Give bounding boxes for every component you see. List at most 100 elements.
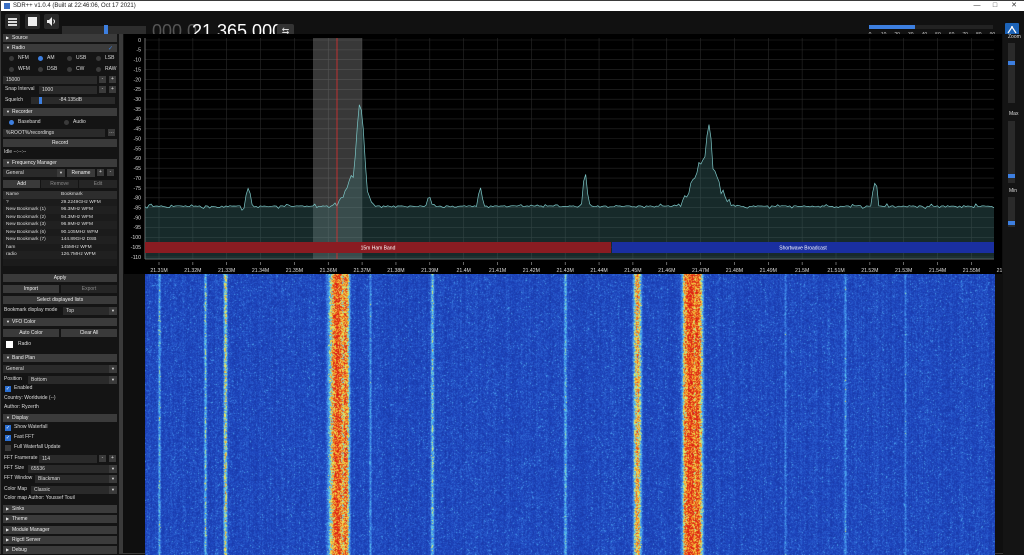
vfo-color-swatch[interactable]: [6, 341, 13, 348]
frequency-manager-section[interactable]: ▼ Frequency Manager: [3, 159, 117, 167]
menu-button[interactable]: [5, 14, 20, 29]
fft-framerate-input[interactable]: 114: [39, 455, 97, 463]
close-button[interactable]: ✕: [1006, 1, 1022, 11]
band-plan-position-select[interactable]: Bottom ▼: [28, 376, 117, 384]
mode-radio-wfm[interactable]: [9, 67, 14, 72]
snap-interval-input[interactable]: 1000: [39, 86, 97, 94]
baseband-radio[interactable]: [9, 120, 14, 125]
min-slider-handle[interactable]: [1008, 221, 1015, 225]
bookmark-list-select[interactable]: General ▼: [3, 169, 65, 177]
rename-list-button[interactable]: Rename: [67, 169, 95, 177]
recording-path-input[interactable]: %ROOT%/recordings: [3, 129, 105, 137]
mode-radio-usb[interactable]: [67, 56, 72, 61]
max-slider-handle[interactable]: [1008, 174, 1015, 178]
sidebar-scrollbar[interactable]: [119, 34, 123, 554]
full-waterfall-update-checkbox[interactable]: [5, 445, 11, 451]
debug-section[interactable]: ▶ Debug: [3, 546, 117, 554]
db-tick-label: -95: [134, 225, 142, 231]
bookmark-display-mode-select[interactable]: Top ▼: [63, 307, 117, 315]
speaker-icon: [46, 16, 57, 27]
bandwidth-input[interactable]: 15000: [3, 76, 97, 84]
module-manager-section[interactable]: ▶ Module Manager: [3, 526, 117, 534]
bandwidth-increment-button[interactable]: +: [109, 76, 116, 83]
bookmark-frequency: 145MHz WFM: [61, 244, 92, 252]
show-waterfall-checkbox[interactable]: ✓: [5, 425, 11, 431]
recorder-section[interactable]: ▼ Recorder: [3, 108, 117, 116]
minimize-button[interactable]: —: [969, 1, 985, 11]
record-button[interactable]: Record: [3, 139, 117, 147]
snr-meter: [869, 25, 993, 29]
zoom-slider-handle[interactable]: [1008, 61, 1015, 65]
band-plan-select[interactable]: General ▼: [3, 365, 117, 373]
bandwidth-decrement-button[interactable]: -: [99, 76, 106, 83]
zoom-label: Zoom: [1008, 34, 1021, 41]
enabled-checkbox[interactable]: ✓: [5, 386, 11, 392]
bookmark-row[interactable]: New Bookmark (3) 96.9MHz WFM: [3, 221, 117, 229]
mode-radio-cw[interactable]: [67, 67, 72, 72]
snap-increment-button[interactable]: +: [109, 86, 116, 93]
fft-spectrum[interactable]: 0 -5 -10 -15 -20 -25 -30 -35 -40 -45 -50 -55 -60 -65 -…: [124, 34, 1002, 274]
min-slider[interactable]: [1008, 197, 1015, 227]
bookmark-row[interactable]: New Bookmark (1) 96.3MHz WFM: [3, 206, 117, 214]
max-slider[interactable]: [1008, 121, 1015, 183]
bookmark-table[interactable]: Name Bookmark? 29.2249GHz WFM New Bookmark …: [3, 191, 117, 266]
apply-button[interactable]: Apply: [3, 274, 117, 282]
radio-section[interactable]: ▼ Radio: [3, 44, 117, 52]
rigctl-server-section[interactable]: ▶ Rigctl Server: [3, 536, 117, 544]
import-button[interactable]: Import: [3, 285, 59, 293]
bookmark-name: radio: [6, 251, 17, 259]
bookmark-row[interactable]: New Bookmark (2) 94.3MHz WFM: [3, 214, 117, 222]
fast-fft-label: Fast FFT: [14, 434, 34, 441]
max-label: Max: [1009, 111, 1018, 118]
bookmark-row[interactable]: ? 29.2249GHz WFM: [3, 199, 117, 207]
volume-button[interactable]: [44, 14, 59, 29]
fft-window-select[interactable]: Blackman ▼: [35, 475, 117, 483]
waterfall[interactable]: [145, 274, 995, 555]
mode-radio-raw[interactable]: [96, 67, 101, 72]
source-section[interactable]: ▶ Source: [3, 34, 117, 42]
vfo-color-section[interactable]: ▼ VFO Color: [3, 318, 117, 326]
stop-button[interactable]: [25, 14, 40, 29]
sidebar-scrollbar-thumb[interactable]: [119, 34, 123, 554]
browse-path-button[interactable]: …: [108, 129, 115, 136]
delete-list-button[interactable]: -: [107, 169, 114, 176]
remove-bookmark-button[interactable]: Remove: [41, 180, 78, 188]
export-button[interactable]: Export: [61, 285, 117, 293]
band-plan-position-select-value: Bottom: [31, 377, 47, 383]
maximize-button[interactable]: □: [987, 1, 1003, 11]
auto-color-button[interactable]: Auto Color: [3, 329, 59, 337]
fft-window-select-value: Blackman: [38, 476, 60, 482]
bookmark-row[interactable]: ham 145MHz WFM: [3, 244, 117, 252]
bookmark-row[interactable]: New Bookmark (6) 90.105MHz WFM: [3, 229, 117, 237]
bookmark-row[interactable]: radio 126.7MHz WFM: [3, 251, 117, 259]
select-displayed-lists-button[interactable]: Select displayed lists: [3, 296, 117, 304]
mode-radio-nfm[interactable]: [9, 56, 14, 61]
mode-radio-am[interactable]: [38, 56, 43, 61]
fft-size-select[interactable]: 65536 ▼: [28, 465, 117, 473]
squelch-slider-handle[interactable]: [39, 97, 42, 104]
audio-radio[interactable]: [64, 120, 69, 125]
theme-section[interactable]: ▶ Theme: [3, 515, 117, 523]
sinks-section[interactable]: ▶ Sinks: [3, 505, 117, 513]
radio-enabled-check-icon[interactable]: ✓: [108, 45, 113, 52]
mode-radio-lsb[interactable]: [96, 56, 101, 61]
display-section[interactable]: ▼ Display: [3, 414, 117, 422]
fast-fft-checkbox[interactable]: ✓: [5, 435, 11, 441]
bookmark-row[interactable]: New Bookmark (7) 144.89GHz DSB: [3, 236, 117, 244]
add-bookmark-button[interactable]: Add: [3, 180, 40, 188]
zoom-slider[interactable]: [1008, 43, 1015, 103]
band-plan-section[interactable]: ▼ Band Plan: [3, 354, 117, 362]
volume-slider[interactable]: [62, 26, 146, 34]
clear-all-button[interactable]: Clear All: [61, 329, 117, 337]
mode-radio-dsb[interactable]: [38, 67, 43, 72]
snap-decrement-button[interactable]: -: [99, 86, 106, 93]
framerate-decrement-button[interactable]: -: [99, 455, 106, 462]
sidebar: ▶ Source ▼ Radio ✓ NFM AM USB LSB WFM DSB CW RAW 1500…: [1, 34, 119, 554]
chevron-down-icon: ▼: [109, 475, 117, 483]
color-map-select[interactable]: Classic ▼: [31, 486, 117, 494]
framerate-increment-button[interactable]: +: [109, 455, 116, 462]
add-list-button[interactable]: +: [97, 169, 104, 176]
edit-bookmark-button[interactable]: Edit: [79, 180, 117, 188]
bookmark-name: New Bookmark (7): [6, 236, 46, 244]
waterfall-canvas[interactable]: [145, 274, 995, 555]
